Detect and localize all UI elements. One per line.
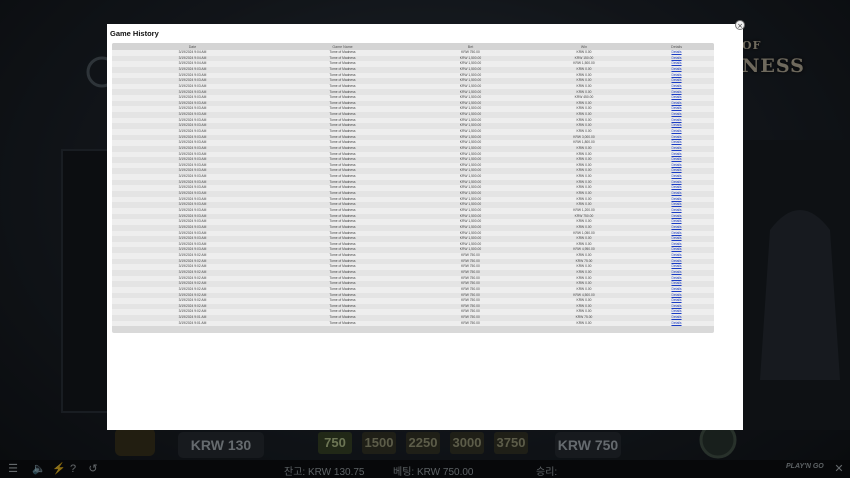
history-table: Date Game Name Bet Win Details 3/19/2024…	[112, 43, 714, 327]
column-header-details: Details	[639, 43, 714, 50]
table-header-row: Date Game Name Bet Win Details	[112, 43, 714, 50]
table-row: 3/19/2024 9:01 AM Tome of Madness KRW 750.…	[112, 320, 714, 327]
column-header-bet: Bet	[412, 43, 529, 50]
cell-date: 3/19/2024 9:01 AM	[112, 320, 273, 327]
cell-bet: KRW 750.00	[412, 320, 529, 327]
cell-win: KRW 0.00	[529, 320, 639, 327]
game-history-dialog: Game History × Date Game Name Bet Win De…	[107, 20, 745, 430]
history-table-body: 3/19/2024 9:04 AM Tome of Madness KRW 750.…	[112, 50, 714, 327]
history-table-container: Date Game Name Bet Win Details 3/19/2024…	[112, 43, 714, 333]
cell-game-name: Tome of Madness	[273, 320, 412, 327]
column-header-date: Date	[112, 43, 273, 50]
column-header-win: Win	[529, 43, 639, 50]
column-header-game-name: Game Name	[273, 43, 412, 50]
details-link[interactable]: Details	[639, 320, 714, 327]
close-button[interactable]: ×	[735, 20, 745, 30]
dialog-title: Game History	[110, 29, 159, 38]
